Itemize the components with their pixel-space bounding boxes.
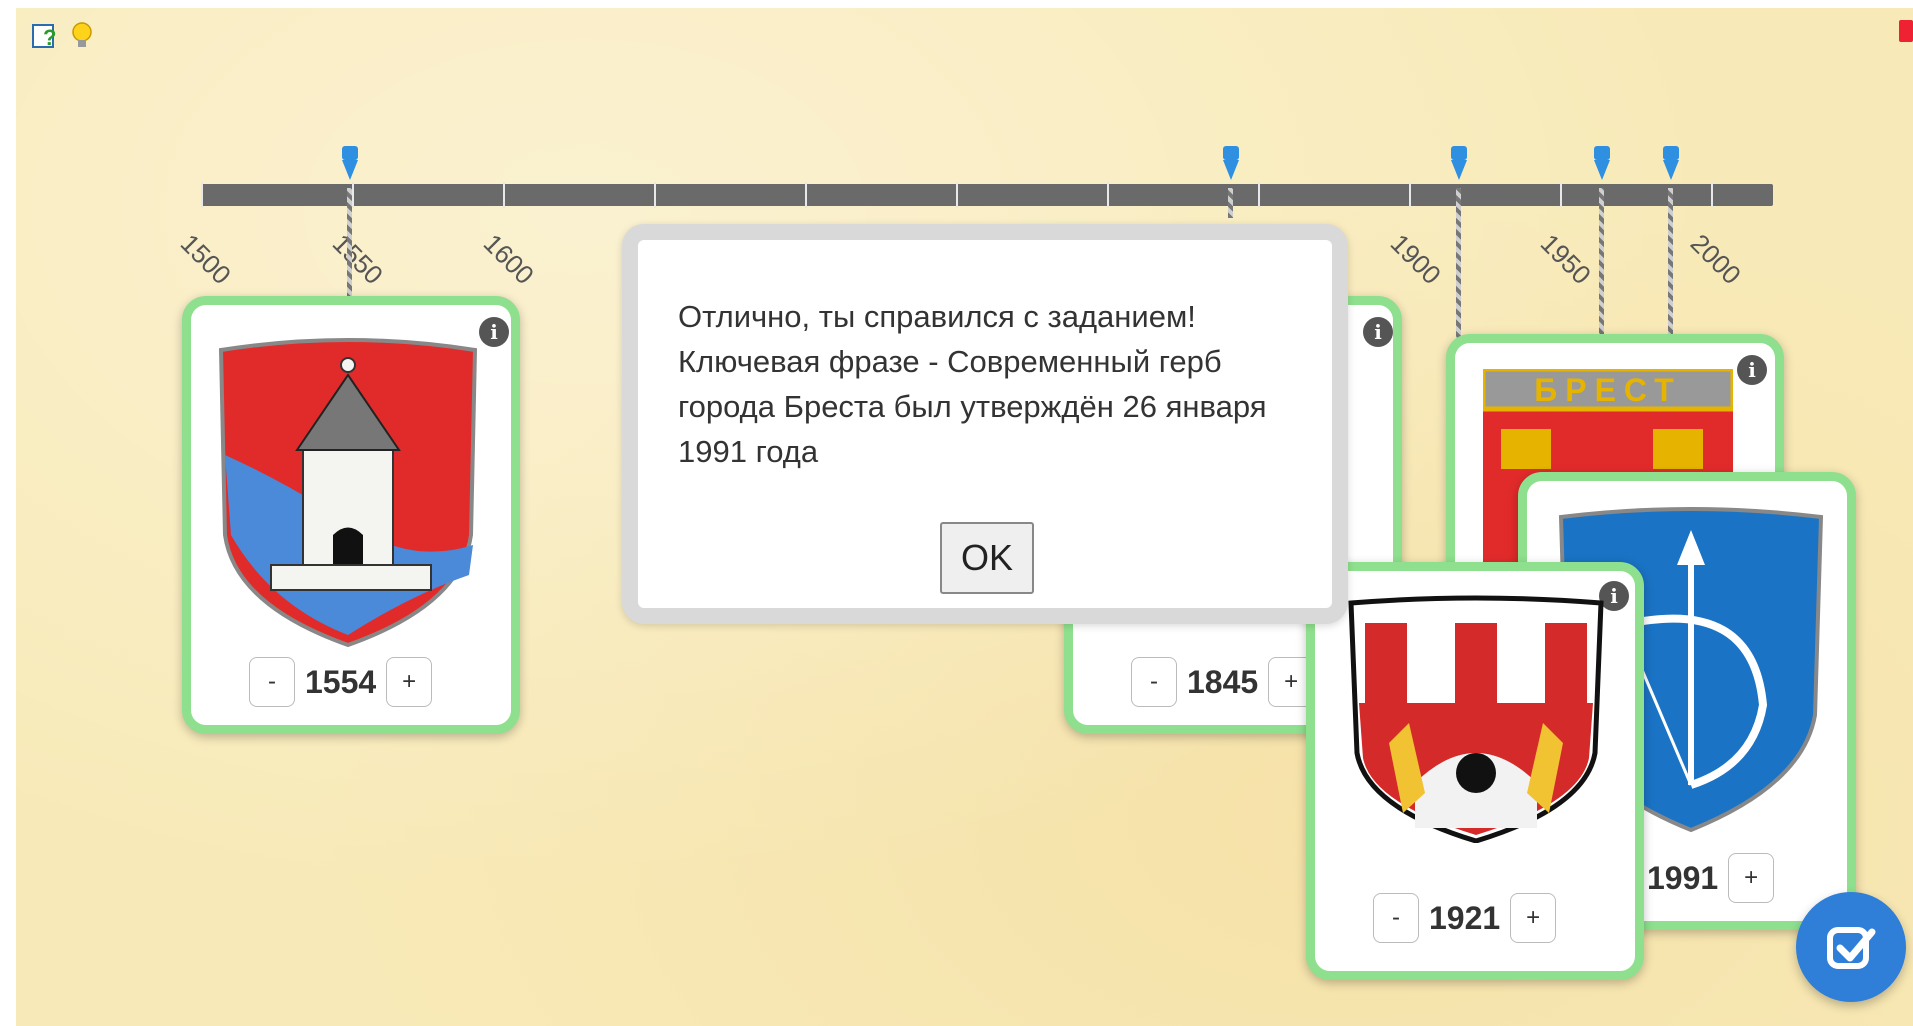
increment-button[interactable]: + — [386, 657, 433, 707]
decrement-button[interactable]: - — [1373, 893, 1419, 943]
timeline-tick — [503, 182, 505, 208]
timeline-tick — [1560, 182, 1562, 208]
timeline-tick — [201, 182, 203, 208]
timeline-tick — [352, 182, 354, 208]
tick-label-1550: 1550 — [326, 228, 389, 291]
year-stepper: 1991 + — [1647, 853, 1775, 903]
top-toolbar: ? — [30, 20, 98, 52]
check-answer-button[interactable] — [1796, 892, 1906, 1002]
year-value: 1554 — [305, 663, 377, 700]
timeline-marker[interactable] — [1592, 146, 1612, 182]
timeline-tick — [956, 182, 958, 208]
timeline-marker[interactable] — [1221, 146, 1241, 182]
coat-card-1921[interactable]: i - 1921 + — [1306, 562, 1644, 980]
card-rope — [347, 188, 352, 298]
emblem-text: БРЕСТ — [1534, 372, 1682, 408]
dialog-message: Отлично, ты справился с заданием! Ключев… — [678, 299, 1267, 469]
timeline-axis — [201, 184, 1773, 206]
year-value: 1991 — [1647, 859, 1719, 896]
coat-of-arms-image — [218, 338, 478, 648]
lightbulb-icon[interactable] — [66, 20, 98, 52]
tick-label-1600: 1600 — [477, 228, 540, 291]
success-dialog: Отлично, ты справился с заданием! Ключев… — [622, 224, 1348, 624]
ok-button[interactable]: OK — [940, 522, 1034, 594]
timeline-marker[interactable] — [1661, 146, 1681, 182]
timeline-tick — [1107, 182, 1109, 208]
tick-label-1900: 1900 — [1384, 228, 1447, 291]
svg-text:?: ? — [43, 25, 56, 50]
timeline-tick — [1711, 182, 1713, 208]
card-rope — [1599, 188, 1604, 344]
coat-of-arms-image — [1348, 595, 1604, 843]
coat-card-1554[interactable]: i - 1554 + — [182, 296, 520, 734]
year-stepper: - 1554 + — [249, 657, 433, 707]
help-icon[interactable]: ? — [30, 20, 62, 52]
timeline-tick — [654, 182, 656, 208]
timeline-tick — [1409, 182, 1411, 208]
tick-label-1500: 1500 — [174, 228, 237, 291]
tick-label-2000: 2000 — [1684, 228, 1747, 291]
timeline-marker[interactable] — [340, 146, 360, 182]
year-value: 1921 — [1429, 899, 1501, 936]
checkbox-check-icon — [1827, 927, 1876, 969]
increment-button[interactable]: + — [1728, 853, 1775, 903]
increment-button[interactable]: + — [1510, 893, 1557, 943]
year-stepper: - 1921 + — [1373, 893, 1557, 943]
timeline-marker[interactable] — [1449, 146, 1469, 182]
decrement-button[interactable]: - — [1131, 657, 1177, 707]
year-stepper: - 1845 + — [1131, 657, 1315, 707]
timeline-tick — [805, 182, 807, 208]
activity-stage: ? 1500 1550 1600 1900 1950 2000 i - 1554… — [16, 8, 1913, 1026]
year-value: 1845 — [1187, 663, 1259, 700]
fullscreen-icon[interactable] — [1899, 20, 1913, 42]
info-icon[interactable]: i — [1737, 355, 1767, 385]
decrement-button[interactable]: - — [249, 657, 295, 707]
info-icon[interactable]: i — [1363, 317, 1393, 347]
timeline-tick — [1258, 182, 1260, 208]
card-rope — [1228, 188, 1233, 218]
tick-label-1950: 1950 — [1534, 228, 1597, 291]
